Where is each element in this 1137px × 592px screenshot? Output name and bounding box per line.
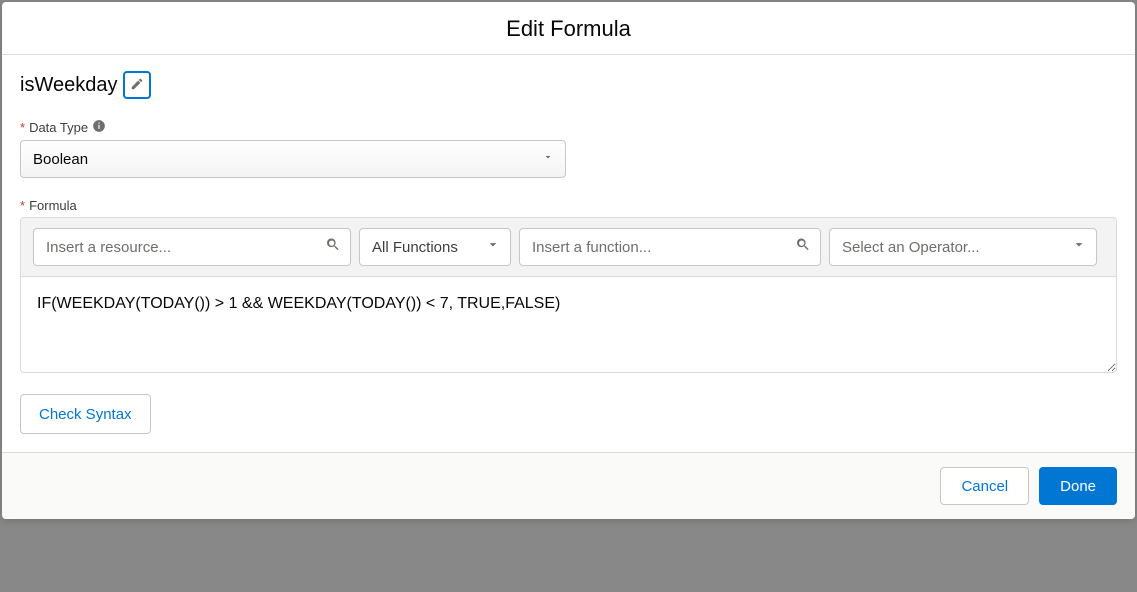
resource-input[interactable] <box>33 228 351 266</box>
function-input[interactable] <box>519 228 821 266</box>
done-button[interactable]: Done <box>1039 467 1117 505</box>
edit-formula-modal: Edit Formula isWeekday * Data Type Boole… <box>2 2 1135 519</box>
modal-header: Edit Formula <box>2 2 1135 55</box>
operator-select[interactable]: Select an Operator... <box>829 228 1097 266</box>
formula-label: * Formula <box>20 198 1117 213</box>
name-row: isWeekday <box>20 71 1117 99</box>
function-combobox[interactable] <box>519 228 821 266</box>
function-category-select[interactable]: All Functions <box>359 228 511 266</box>
edit-name-button[interactable] <box>123 71 151 99</box>
resource-combobox[interactable] <box>33 228 351 266</box>
data-type-value[interactable]: Boolean <box>20 140 566 178</box>
operator-value[interactable]: Select an Operator... <box>829 228 1097 266</box>
formula-toolbar: All Functions Select an Operator... <box>20 217 1117 277</box>
data-type-label: * Data Type <box>20 119 1117 136</box>
formula-name: isWeekday <box>20 74 117 97</box>
info-icon[interactable] <box>92 119 106 136</box>
function-category-value[interactable]: All Functions <box>359 228 511 266</box>
modal-title: Edit Formula <box>2 16 1135 42</box>
cancel-button[interactable]: Cancel <box>940 467 1029 505</box>
data-type-select[interactable]: Boolean <box>20 140 566 178</box>
pencil-icon <box>130 77 144 94</box>
required-asterisk: * <box>20 120 25 135</box>
required-asterisk: * <box>20 198 25 213</box>
check-syntax-button[interactable]: Check Syntax <box>20 394 151 434</box>
formula-textarea[interactable] <box>20 277 1117 373</box>
modal-body: isWeekday * Data Type Boolean * Formula <box>2 55 1135 452</box>
modal-footer: Cancel Done <box>2 452 1135 519</box>
